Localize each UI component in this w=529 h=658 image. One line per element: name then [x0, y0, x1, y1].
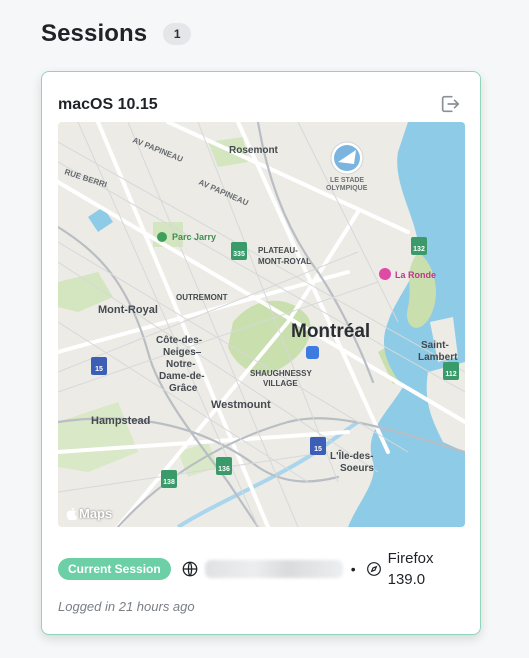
session-card: macOS 10.15 Rosemont OUTREMONT Mont-Roya…	[41, 71, 481, 635]
map-shield-132a: 132	[413, 246, 425, 253]
maps-attribution: Maps	[66, 506, 112, 521]
map-shield-136: 136	[218, 466, 230, 473]
logout-icon	[441, 95, 460, 113]
map-shield-335: 335	[233, 251, 245, 258]
apple-logo-icon	[66, 507, 77, 520]
map-label-ile-soeurs-2: Soeurs	[340, 463, 374, 474]
map-label-cdn-2: Neiges–	[163, 347, 202, 358]
globe-icon	[182, 561, 198, 577]
map-label-mont-royal: Mont-Royal	[98, 304, 158, 316]
map-shield-112: 112	[445, 371, 456, 378]
map-shield-15a: 15	[95, 366, 103, 373]
map-label-westmount: Westmount	[211, 399, 271, 411]
current-session-badge: Current Session	[58, 558, 171, 580]
map-label-saint-lambert-2: Lambert	[418, 352, 458, 363]
map-label-cdn-4: Dame-de-	[159, 371, 205, 382]
session-count-badge: 1	[163, 23, 192, 45]
sessions-header: Sessions 1	[41, 20, 192, 48]
session-details-row: Current Session • Firefox 139.0	[58, 548, 464, 590]
map-label-plateau-2: MONT-ROYAL	[258, 257, 311, 266]
map-label-saint-lambert-1: Saint-	[421, 340, 449, 351]
browser-name: Firefox 139.0	[387, 550, 434, 588]
logout-button[interactable]	[438, 92, 462, 116]
map-label-plateau-1: PLATEAU-	[258, 246, 298, 255]
map-label-stade-2: OLYMPIQUE	[326, 185, 368, 192]
session-os-title: macOS 10.15	[58, 96, 158, 113]
maps-attribution-text: Maps	[79, 506, 113, 521]
page-title: Sessions	[41, 20, 148, 47]
map-label-shaughnessy-1: SHAUGHNESSY	[250, 369, 312, 378]
map-label-stade-1: LE STADE	[330, 177, 364, 184]
map-label-cdn-3: Notre-	[166, 359, 195, 370]
map-label-cdn-5: Grâce	[169, 383, 198, 394]
map-label-rosemont: Rosemont	[229, 145, 279, 156]
map-city-label: Montréal	[291, 321, 370, 342]
session-location-map: Rosemont OUTREMONT Mont-Royal Côte-des- …	[58, 122, 465, 527]
map-label-parc-jarry: Parc Jarry	[172, 232, 216, 242]
map-label-hampstead: Hampstead	[91, 415, 150, 427]
logged-in-time: Logged in 21 hours ago	[58, 599, 195, 614]
map-label-shaughnessy-2: VILLAGE	[263, 379, 298, 388]
map-label-outremont: OUTREMONT	[176, 293, 228, 302]
map-shield-15b: 15	[314, 446, 322, 453]
map-label-ile-soeurs-1: L'Île-des-	[330, 449, 374, 462]
map-label-cdn-1: Côte-des-	[156, 335, 202, 346]
map-shield-138: 138	[163, 479, 175, 486]
compass-icon	[366, 562, 381, 576]
separator-dot: •	[350, 561, 356, 577]
ip-address-masked	[204, 560, 343, 578]
map-label-la-ronde: La Ronde	[395, 270, 436, 280]
